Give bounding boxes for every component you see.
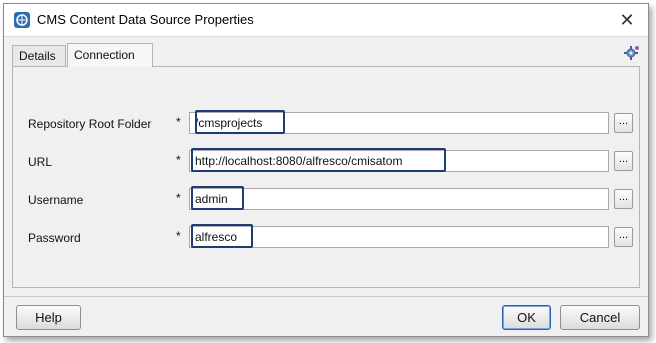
tab-details[interactable]: Details	[12, 45, 66, 66]
form-row-root-folder: Repository Root Folder * /cmsprojects ..…	[13, 110, 639, 138]
help-button[interactable]: Help	[16, 305, 81, 330]
password-browse-button[interactable]: ...	[614, 227, 633, 247]
window-title: CMS Content Data Source Properties	[37, 12, 254, 27]
url-input[interactable]: http://localhost:8080/alfresco/cmisatom	[189, 150, 609, 172]
username-browse-button[interactable]: ...	[614, 189, 633, 209]
required-marker: *	[176, 115, 181, 129]
properties-dialog: CMS Content Data Source Properties ✕ Det…	[3, 3, 649, 337]
username-input[interactable]: admin	[189, 188, 609, 210]
ok-button[interactable]: OK	[502, 305, 551, 330]
form-row-password: Password * alfresco ...	[13, 224, 639, 252]
root-folder-input[interactable]: /cmsprojects	[189, 112, 609, 134]
required-marker: *	[176, 153, 181, 167]
required-marker: *	[176, 229, 181, 243]
url-browse-button[interactable]: ...	[614, 151, 633, 171]
root-folder-label: Repository Root Folder	[28, 117, 152, 131]
settings-gear-icon[interactable]	[624, 45, 640, 61]
tab-connection[interactable]: Connection	[67, 43, 153, 67]
title-bar: CMS Content Data Source Properties ✕	[4, 4, 648, 37]
footer-divider	[4, 296, 648, 297]
form-row-url: URL * http://localhost:8080/alfresco/cmi…	[13, 148, 639, 176]
connection-panel: Repository Root Folder * /cmsprojects ..…	[12, 66, 640, 288]
username-label: Username	[28, 193, 84, 207]
cms-datasource-icon	[14, 12, 30, 28]
root-folder-browse-button[interactable]: ...	[614, 113, 633, 133]
password-label: Password	[28, 231, 81, 245]
cancel-button[interactable]: Cancel	[560, 305, 640, 330]
url-label: URL	[28, 155, 53, 169]
required-marker: *	[176, 191, 181, 205]
password-input[interactable]: alfresco	[189, 226, 609, 248]
close-icon[interactable]: ✕	[614, 8, 640, 32]
form-row-username: Username * admin ...	[13, 186, 639, 214]
